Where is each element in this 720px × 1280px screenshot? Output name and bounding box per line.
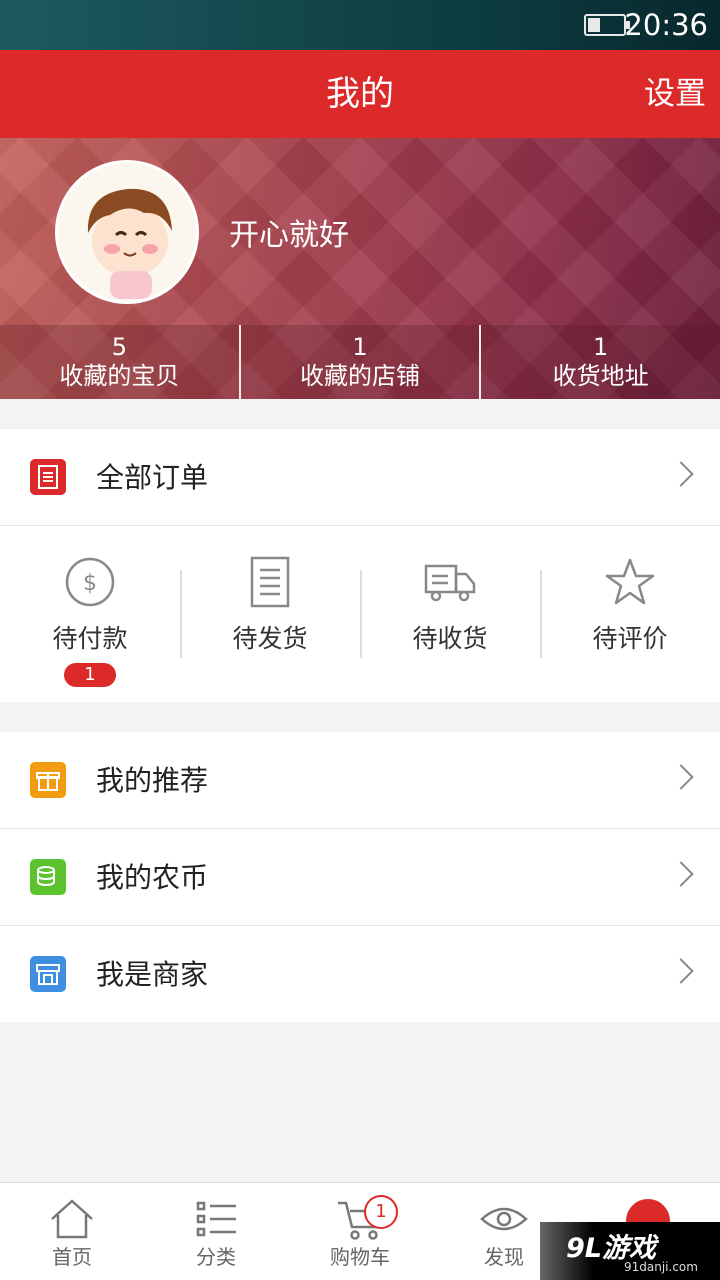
tab-label: 购物车 bbox=[330, 1245, 390, 1269]
svg-text:$: $ bbox=[83, 571, 97, 596]
header: 我的 设置 bbox=[0, 50, 720, 138]
coins-icon bbox=[30, 859, 66, 895]
battery-icon bbox=[584, 14, 630, 36]
chevron-right-icon bbox=[668, 461, 694, 487]
status-bar: 20:36 bbox=[0, 0, 720, 50]
menu-card: 我的推荐 我的农币 我是商家 bbox=[0, 732, 720, 1022]
eye-icon bbox=[480, 1207, 528, 1231]
star-icon bbox=[605, 558, 655, 605]
watermark: 9L游戏 91danji.com bbox=[540, 1222, 720, 1280]
stat-count: 1 bbox=[593, 333, 609, 361]
tab-cart[interactable]: 1 购物车 bbox=[288, 1183, 432, 1280]
tab-categories[interactable]: 分类 bbox=[144, 1183, 288, 1280]
status-pending-review[interactable]: 待评价 bbox=[540, 526, 720, 702]
profile-banner: 开心就好 5 收藏的宝贝 1 收藏的店铺 1 收货地址 bbox=[0, 138, 720, 399]
orders-card: 全部订单 $ 待付款 1 待发货 待收货 待评价 bbox=[0, 429, 720, 702]
list-icon bbox=[196, 1201, 236, 1237]
home-icon bbox=[51, 1199, 93, 1239]
stat-addresses[interactable]: 1 收货地址 bbox=[479, 325, 720, 399]
menu-label: 我的推荐 bbox=[96, 764, 209, 797]
menu-item-merchant[interactable]: 我是商家 bbox=[0, 926, 720, 1023]
menu-label: 我的农币 bbox=[96, 861, 209, 894]
status-label: 待付款 bbox=[52, 624, 128, 653]
watermark-url: 91danji.com bbox=[624, 1260, 698, 1274]
stat-favorite-shops[interactable]: 1 收藏的店铺 bbox=[238, 325, 480, 399]
stat-label: 收藏的店铺 bbox=[300, 362, 420, 390]
menu-label: 我是商家 bbox=[96, 958, 209, 991]
avatar[interactable] bbox=[55, 160, 199, 304]
chevron-right-icon bbox=[668, 764, 694, 790]
status-pending-payment[interactable]: $ 待付款 1 bbox=[0, 526, 180, 702]
gift-icon bbox=[30, 762, 66, 798]
chevron-right-icon bbox=[668, 861, 694, 887]
order-list-icon bbox=[30, 459, 66, 495]
stat-label: 收藏的宝贝 bbox=[59, 362, 180, 390]
all-orders-label: 全部订单 bbox=[96, 461, 209, 494]
pending-payment-badge: 1 bbox=[64, 663, 116, 687]
stat-count: 5 bbox=[111, 333, 127, 361]
stat-count: 1 bbox=[352, 333, 368, 361]
shop-icon bbox=[30, 956, 66, 992]
cart-badge: 1 bbox=[364, 1195, 398, 1229]
dollar-circle-icon: $ bbox=[65, 557, 115, 607]
stat-favorite-items[interactable]: 5 收藏的宝贝 bbox=[0, 325, 239, 399]
tab-home[interactable]: 首页 bbox=[0, 1183, 144, 1280]
all-orders-row[interactable]: 全部订单 bbox=[0, 429, 720, 526]
document-icon bbox=[250, 556, 290, 608]
status-pending-shipment[interactable]: 待发货 bbox=[180, 526, 360, 702]
profile-stats: 5 收藏的宝贝 1 收藏的店铺 1 收货地址 bbox=[0, 325, 720, 399]
status-label: 待评价 bbox=[592, 624, 668, 653]
username: 开心就好 bbox=[229, 218, 349, 253]
stat-label: 收货地址 bbox=[552, 362, 649, 390]
truck-icon bbox=[424, 564, 476, 602]
status-pending-receipt[interactable]: 待收货 bbox=[360, 526, 540, 702]
status-label: 待发货 bbox=[232, 624, 308, 653]
menu-item-coins[interactable]: 我的农币 bbox=[0, 829, 720, 926]
chevron-right-icon bbox=[668, 958, 694, 984]
tab-label: 分类 bbox=[196, 1245, 236, 1269]
status-label: 待收货 bbox=[412, 624, 488, 653]
settings-button[interactable]: 设置 bbox=[644, 50, 706, 138]
page-title: 我的 bbox=[326, 74, 394, 114]
clock: 20:36 bbox=[624, 8, 708, 42]
tab-label: 首页 bbox=[52, 1245, 92, 1269]
menu-item-recommendations[interactable]: 我的推荐 bbox=[0, 732, 720, 829]
order-status-row: $ 待付款 1 待发货 待收货 待评价 bbox=[0, 526, 720, 702]
